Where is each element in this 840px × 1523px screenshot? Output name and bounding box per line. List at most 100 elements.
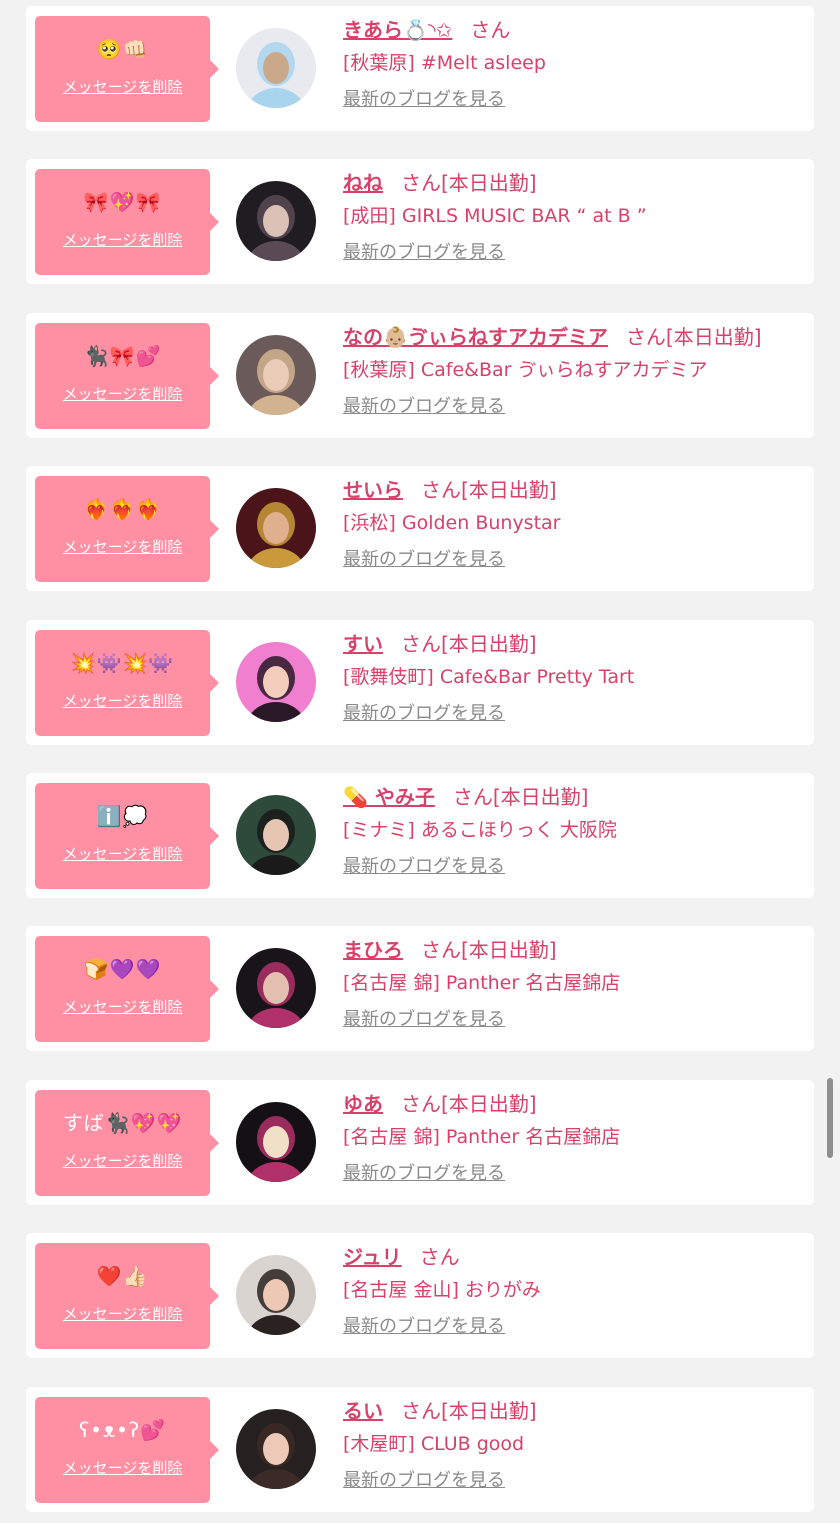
avatar[interactable]	[236, 488, 316, 568]
work-status: [本日出勤]	[441, 1092, 537, 1116]
latest-blog-link[interactable]: 最新のブログを見る	[343, 88, 505, 112]
delete-message-link[interactable]: メッセージを削除	[35, 229, 210, 250]
latest-blog-link[interactable]: 最新のブログを見る	[343, 855, 505, 879]
cast-name-link[interactable]: すい	[343, 632, 383, 656]
cast-info: すい さん[本日出勤] [歌舞伎町] Cafe&Bar Pretty Tart 最…	[343, 630, 804, 726]
avatar[interactable]	[236, 181, 316, 261]
message-bubble: ❤️👍🏻 メッセージを削除	[35, 1243, 219, 1349]
latest-blog-link[interactable]: 最新のブログを見る	[343, 702, 505, 726]
name-line: 💊 やみ子 さん[本日出勤]	[343, 783, 804, 811]
shop-name: [歌舞伎町] Cafe&Bar Pretty Tart	[343, 666, 635, 688]
shop-name: [名古屋 金山] おりがみ	[343, 1279, 541, 1301]
work-status: [本日出勤]	[441, 1399, 537, 1423]
avatar[interactable]	[236, 795, 316, 875]
message-emoji: 🥺👊🏻	[96, 37, 149, 61]
name-line: ゆあ さん[本日出勤]	[343, 1090, 804, 1118]
name-line: ジュリ さん	[343, 1243, 804, 1271]
avatar-photo	[236, 642, 316, 722]
message-card: 💥👾💥👾 メッセージを削除 すい さん[本日出勤] [歌舞伎町] Cafe&Bar…	[26, 620, 814, 745]
message-bubble: 💥👾💥👾 メッセージを削除	[35, 630, 219, 736]
honorific: さん	[421, 478, 461, 502]
avatar[interactable]	[236, 1409, 316, 1489]
message-emoji: ℹ️💭	[96, 804, 149, 828]
avatar-photo	[236, 1409, 316, 1489]
honorific: さん	[625, 325, 666, 349]
delete-message-link[interactable]: メッセージを削除	[35, 76, 210, 97]
latest-blog-link[interactable]: 最新のブログを見る	[343, 1315, 505, 1339]
shop-name: [名古屋 錦] Panther 名古屋錦店	[343, 1126, 621, 1148]
message-emoji: 🐈‍⬛🎀💕	[83, 344, 162, 368]
avatar-photo	[236, 948, 316, 1028]
cast-info: まひろ さん[本日出勤] [名古屋 錦] Panther 名古屋錦店 最新のブログ…	[343, 936, 804, 1032]
message-bubble: ʕ•ᴥ•ʔ💕 メッセージを削除	[35, 1397, 219, 1503]
cast-info: 💊 やみ子 さん[本日出勤] [ミナミ] あるこほりっく 大阪院 最新のブログを見…	[343, 783, 804, 879]
avatar[interactable]	[236, 1102, 316, 1182]
cast-info: ジュリ さん [名古屋 金山] おりがみ 最新のブログを見る	[343, 1243, 804, 1339]
name-line: すい さん[本日出勤]	[343, 630, 804, 658]
latest-blog-link[interactable]: 最新のブログを見る	[343, 1008, 505, 1032]
delete-message-link[interactable]: メッセージを削除	[35, 1303, 210, 1324]
avatar[interactable]	[236, 948, 316, 1028]
cast-name-link[interactable]: ねね	[343, 171, 383, 195]
latest-blog-link[interactable]: 最新のブログを見る	[343, 241, 505, 265]
cast-name-link[interactable]: きあら💍◝✩	[343, 18, 452, 42]
message-card: すば🐈‍⬛💖💖 メッセージを削除 ゆあ さん[本日出勤] [名古屋 錦] Pant…	[26, 1080, 814, 1205]
honorific: さん	[421, 938, 461, 962]
name-line: ねね さん[本日出勤]	[343, 169, 804, 197]
delete-message-link[interactable]: メッセージを削除	[35, 536, 210, 557]
message-emoji: 💥👾💥👾	[70, 651, 175, 675]
cast-name-link[interactable]: まひろ	[343, 938, 403, 962]
cast-name-link[interactable]: ゆあ	[343, 1092, 383, 1116]
honorific: さん	[452, 785, 493, 809]
avatar[interactable]	[236, 642, 316, 722]
cast-info: せいら さん[本日出勤] [浜松] Golden Bunystar 最新のブログを…	[343, 476, 804, 572]
delete-message-link[interactable]: メッセージを削除	[35, 690, 210, 711]
message-emoji: 🍞💜💜	[83, 957, 162, 981]
work-status: [本日出勤]	[441, 632, 537, 656]
cast-name-link[interactable]: せいら	[343, 478, 403, 502]
message-bubble: ❤️‍🔥❤️‍🔥❤️‍🔥 メッセージを削除	[35, 476, 219, 582]
cast-info: るい さん[本日出勤] [木屋町] CLUB good 最新のブログを見る	[343, 1397, 804, 1493]
latest-blog-link[interactable]: 最新のブログを見る	[343, 1469, 505, 1493]
honorific: さん	[401, 1399, 441, 1423]
delete-message-link[interactable]: メッセージを削除	[35, 1457, 210, 1478]
delete-message-link[interactable]: メッセージを削除	[35, 843, 210, 864]
message-emoji: ʕ•ᴥ•ʔ💕	[78, 1418, 167, 1442]
cast-info: ねね さん[本日出勤] [成田] GIRLS MUSIC BAR “ at B ”…	[343, 169, 804, 265]
latest-blog-link[interactable]: 最新のブログを見る	[343, 548, 505, 572]
latest-blog-link[interactable]: 最新のブログを見る	[343, 1162, 505, 1186]
cast-name-link[interactable]: なの👶🏼ゔぃらねすアカデミア	[343, 325, 608, 349]
message-emoji: ❤️👍🏻	[96, 1264, 149, 1288]
cast-name-link[interactable]: ジュリ	[343, 1245, 402, 1269]
avatar-photo	[236, 1255, 316, 1335]
delete-message-link[interactable]: メッセージを削除	[35, 1150, 210, 1171]
cast-info: きあら💍◝✩ さん [秋葉原] #Melt asleep 最新のブログを見る	[343, 16, 804, 112]
avatar-photo	[236, 795, 316, 875]
scrollbar[interactable]	[827, 1078, 833, 1158]
avatar[interactable]	[236, 1255, 316, 1335]
message-bubble: 🎀💖🎀 メッセージを削除	[35, 169, 219, 275]
honorific: さん	[401, 632, 441, 656]
message-card: 🍞💜💜 メッセージを削除 まひろ さん[本日出勤] [名古屋 錦] Panther…	[26, 926, 814, 1051]
delete-message-link[interactable]: メッセージを削除	[35, 383, 210, 404]
avatar-photo	[236, 335, 316, 415]
shop-name: [成田] GIRLS MUSIC BAR “ at B ”	[343, 205, 647, 227]
honorific: さん	[470, 18, 511, 42]
message-emoji: すば🐈‍⬛💖💖	[62, 1111, 183, 1135]
cast-info: なの👶🏼ゔぃらねすアカデミア さん[本日出勤] [秋葉原] Cafe&Bar ゔぃ…	[343, 323, 804, 419]
message-card: ❤️‍🔥❤️‍🔥❤️‍🔥 メッセージを削除 せいら さん[本日出勤] [浜松] G…	[26, 466, 814, 591]
delete-message-link[interactable]: メッセージを削除	[35, 996, 210, 1017]
cast-name-link[interactable]: 💊 やみ子	[343, 785, 435, 809]
avatar-photo	[236, 28, 316, 108]
name-line: まひろ さん[本日出勤]	[343, 936, 804, 964]
message-bubble: ℹ️💭 メッセージを削除	[35, 783, 219, 889]
work-status: [本日出勤]	[441, 171, 537, 195]
cast-name-link[interactable]: るい	[343, 1399, 383, 1423]
avatar[interactable]	[236, 335, 316, 415]
message-card: 🥺👊🏻 メッセージを削除 きあら💍◝✩ さん [秋葉原] #Melt asleep…	[26, 6, 814, 131]
message-bubble: 🐈‍⬛🎀💕 メッセージを削除	[35, 323, 219, 429]
shop-name: [秋葉原] Cafe&Bar ゔぃらねすアカデミア	[343, 359, 708, 381]
avatar[interactable]	[236, 28, 316, 108]
latest-blog-link[interactable]: 最新のブログを見る	[343, 395, 505, 419]
message-emoji: ❤️‍🔥❤️‍🔥❤️‍🔥	[83, 497, 162, 521]
